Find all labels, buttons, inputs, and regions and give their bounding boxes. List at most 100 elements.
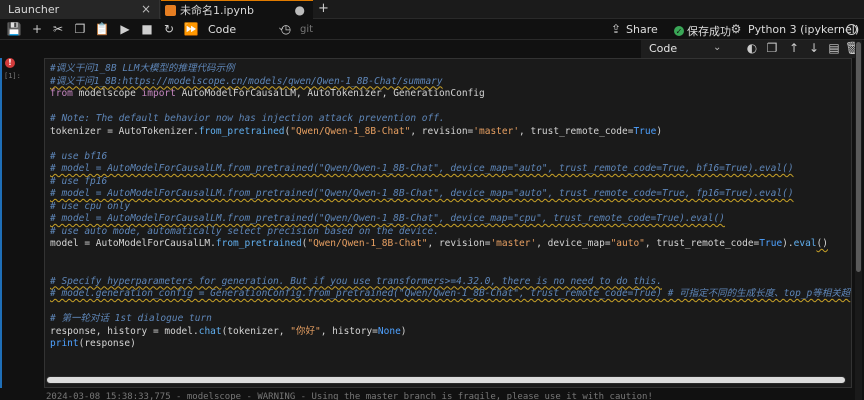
run-icon[interactable]: ▶: [117, 22, 133, 36]
code-line[interactable]: from modelscope import AutoModelForCausa…: [50, 88, 850, 101]
code-token: chat: [198, 325, 222, 337]
code-lines[interactable]: #调义干问1_8B LLM大模型的推理代码示例 #调义干问1_8B:https:/…: [50, 63, 850, 351]
notebook-toolbar: 💾 + ✂ ❐ 📋 ▶ ■ ↻ ⏩ Code ⌄ ◷ git ⇪ Share ✓…: [0, 20, 864, 40]
code-line[interactable]: # Note: The default behavior now has inj…: [50, 113, 850, 126]
code-cell[interactable]: ! [1]: #调义干问1_8B LLM大模型的推理代码示例 #调义干问1_8B:…: [0, 58, 852, 388]
code-token: # use bf16: [50, 150, 108, 162]
code-token: # 第一轮对话 1st dialogue turn: [50, 313, 212, 324]
move-down-icon[interactable]: ↓: [807, 41, 821, 55]
add-icon[interactable]: +: [29, 22, 45, 36]
code-token: #调义干问1_8B:https://modelscope.cn/models/q…: [50, 75, 443, 87]
code-line[interactable]: #调义干问1_8B:https://modelscope.cn/models/q…: [50, 76, 850, 89]
code-token: # use auto mode, automatically select pr…: [50, 225, 439, 237]
code-line[interactable]: # use cpu only: [50, 201, 850, 214]
code-editor[interactable]: #调义干问1_8B LLM大模型的推理代码示例 #调义干问1_8B:https:/…: [44, 58, 852, 388]
horizontal-scrollbar[interactable]: [46, 376, 846, 384]
code-token: response, history = model.: [50, 325, 199, 337]
check-icon: ✓: [674, 26, 684, 36]
insert-cell-icon[interactable]: ▤: [827, 41, 841, 55]
stop-icon[interactable]: ■: [139, 22, 155, 36]
vertical-scroll-thumb[interactable]: [856, 42, 861, 272]
tab-launcher-label: Launcher: [8, 3, 60, 16]
kernel-name[interactable]: Python 3 (ipykernel): [748, 23, 859, 36]
code-token: 'master': [473, 125, 520, 137]
tab-notebook[interactable]: 未命名1.ipynb ●: [161, 0, 313, 19]
tab-notebook-label: 未命名1.ipynb: [180, 4, 254, 17]
code-line[interactable]: # use auto mode, automatically select pr…: [50, 226, 850, 239]
code-token: (tokenizer,: [221, 325, 291, 337]
save-icon[interactable]: 💾: [6, 22, 22, 36]
code-line[interactable]: # Specify hyperparameters for generation…: [50, 276, 850, 289]
code-token: , trust_remote_code=: [519, 125, 634, 137]
code-token: # use fp16: [50, 175, 108, 187]
vertical-scrollbar[interactable]: [855, 40, 862, 400]
code-line[interactable]: [50, 301, 850, 314]
code-token: True: [633, 125, 657, 137]
save-status: ✓ 保存成功: [674, 23, 731, 39]
code-line[interactable]: # 第一轮对话 1st dialogue turn: [50, 313, 850, 326]
copy-icon[interactable]: ❐: [72, 22, 88, 36]
code-token: ): [656, 125, 663, 137]
cell-type-dropdown[interactable]: Code: [649, 42, 677, 55]
code-line[interactable]: # model = AutoModelForCausalLM.from_pret…: [50, 188, 850, 201]
duplicate-icon[interactable]: ❐: [765, 41, 779, 55]
code-token: # Note: The default behavior now has inj…: [50, 113, 445, 124]
code-line[interactable]: # model = AutoModelForCausalLM.from_pret…: [50, 163, 850, 176]
horizontal-scroll-thumb[interactable]: [47, 377, 845, 383]
fast-forward-icon[interactable]: ⏩: [183, 22, 199, 36]
tab-bar: Launcher × 未命名1.ipynb ● +: [0, 0, 864, 19]
code-line[interactable]: # model = AutoModelForCausalLM.from_pret…: [50, 213, 850, 226]
code-token: # Specify hyperparameters for generation…: [50, 275, 662, 287]
code-token: True: [759, 238, 783, 249]
code-token: from_pretrained: [215, 238, 302, 249]
share-button[interactable]: Share: [626, 23, 658, 36]
code-token: (): [816, 238, 828, 249]
code-line[interactable]: [50, 251, 850, 264]
format-icon[interactable]: ◐: [745, 41, 759, 55]
chevron-down-icon[interactable]: ⌄: [713, 42, 721, 53]
code-line[interactable]: print(response): [50, 338, 850, 351]
new-tab-icon[interactable]: +: [318, 1, 329, 16]
code-token: modelscope: [72, 88, 142, 99]
git-clock-icon[interactable]: ◷: [278, 22, 294, 36]
gear-icon[interactable]: ⚙: [728, 22, 744, 36]
code-line[interactable]: [50, 101, 850, 114]
cell-type-select[interactable]: Code: [208, 23, 236, 36]
code-line[interactable]: [50, 263, 850, 276]
code-line[interactable]: # use bf16: [50, 151, 850, 164]
restart-icon[interactable]: ↻: [161, 22, 177, 36]
cut-icon[interactable]: ✂: [50, 22, 66, 36]
code-token: # model = AutoModelForCausalLM.from_pret…: [50, 213, 725, 224]
tab-launcher[interactable]: Launcher ×: [0, 0, 160, 19]
move-up-icon[interactable]: ↑: [787, 41, 801, 55]
code-line[interactable]: model = AutoModelForCausalLM.from_pretra…: [50, 238, 850, 251]
git-label: git: [300, 24, 314, 35]
code-token: (response): [78, 338, 136, 349]
code-line[interactable]: #调义干问1_8B LLM大模型的推理代码示例: [50, 63, 850, 76]
share-icon[interactable]: ⇪: [608, 22, 624, 36]
code-token: ): [400, 325, 407, 337]
code-token: from: [50, 88, 73, 99]
code-token: from_pretrained: [198, 125, 285, 137]
save-status-label: 保存成功: [687, 25, 731, 38]
code-token: #调义干问1_8B LLM大模型的推理代码示例: [50, 63, 235, 74]
code-token: , history=: [320, 325, 378, 337]
code-token: "你好": [290, 325, 321, 337]
kernel-status-icon: [846, 24, 857, 35]
code-line[interactable]: tokenizer = AutoTokenizer.from_pretraine…: [50, 126, 850, 139]
code-token: None: [377, 325, 401, 337]
code-token: , trust_remote_code=: [644, 238, 760, 249]
cell-prompt: [1]:: [4, 72, 21, 80]
code-token: "auto": [610, 238, 645, 249]
cell-active-bar[interactable]: [0, 58, 2, 388]
unsaved-dot-icon[interactable]: ●: [295, 3, 305, 17]
code-line[interactable]: # use fp16: [50, 176, 850, 189]
paste-icon[interactable]: 📋: [94, 22, 110, 36]
code-line[interactable]: response, history = model.chat(tokenizer…: [50, 326, 850, 339]
code-token: # model = AutoModelForCausalLM.from_pret…: [50, 163, 794, 174]
code-line[interactable]: [50, 138, 850, 151]
code-line[interactable]: # model.generation_config = GenerationCo…: [50, 288, 850, 301]
close-icon[interactable]: ×: [141, 2, 151, 16]
code-token: "Qwen/Qwen-1_8B-Chat": [307, 238, 428, 249]
code-token: # model = AutoModelForCausalLM.from_pret…: [50, 188, 794, 199]
